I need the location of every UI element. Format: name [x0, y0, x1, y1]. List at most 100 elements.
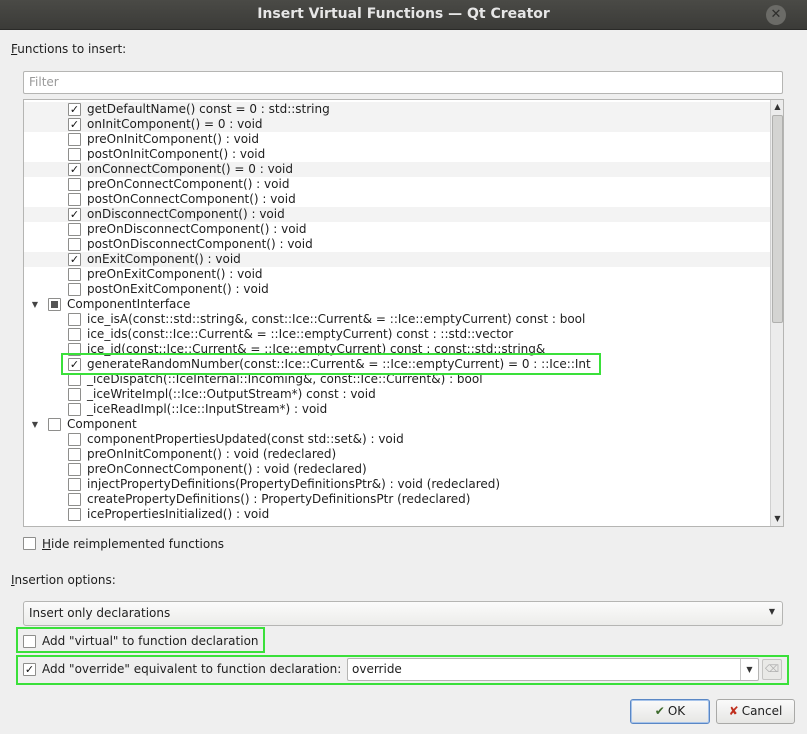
function-checkbox[interactable] — [68, 343, 81, 356]
tree-function-row[interactable]: _iceWriteImpl(::Ice::OutputStream*) cons… — [24, 387, 770, 402]
ok-icon: ✔ — [654, 704, 665, 718]
tree-function-row[interactable]: ✓ onConnectComponent() = 0 : void — [24, 162, 770, 177]
expand-arrow-icon[interactable]: ▼ — [29, 297, 41, 312]
tree-function-row[interactable]: postOnConnectComponent() : void — [24, 192, 770, 207]
function-checkbox[interactable] — [68, 148, 81, 161]
tree-function-row[interactable]: _iceReadImpl(::Ice::InputStream*) : void — [24, 402, 770, 417]
scroll-down-icon[interactable]: ▼ — [771, 512, 783, 526]
add-virtual-box[interactable] — [23, 635, 36, 648]
function-signature: componentPropertiesUpdated(const std::se… — [87, 432, 404, 446]
function-checkbox[interactable] — [68, 238, 81, 251]
add-override-label: Add "override" equivalent to function de… — [42, 662, 342, 676]
function-checkbox[interactable] — [68, 463, 81, 476]
tree-function-row[interactable]: ✓ onDisconnectComponent() : void — [24, 207, 770, 222]
tree-function-row[interactable]: preOnConnectComponent() : void (redeclar… — [24, 462, 770, 477]
tree-function-row[interactable]: postOnDisconnectComponent() : void — [24, 237, 770, 252]
function-checkbox[interactable] — [68, 328, 81, 341]
tree-scrollbar[interactable]: ▲ ▼ — [770, 100, 783, 526]
function-signature: ice_ids(const::Ice::Current& = ::Ice::em… — [87, 327, 514, 341]
function-signature: preOnInitComponent() : void — [87, 132, 260, 146]
tree-function-row[interactable]: icePropertiesInitialized() : void — [24, 507, 770, 522]
cancel-button[interactable]: ✘ Cancel — [716, 699, 795, 724]
tree-function-row[interactable]: componentPropertiesUpdated(const std::se… — [24, 432, 770, 447]
function-signature: preOnConnectComponent() : void (redeclar… — [87, 462, 367, 476]
override-keyword-value[interactable]: override — [352, 662, 402, 676]
function-checkbox[interactable] — [68, 403, 81, 416]
functions-tree[interactable]: ✓ getDefaultName() const = 0 : std::strin… — [23, 99, 784, 527]
function-checkbox[interactable]: ✓ — [68, 253, 81, 266]
chevron-down-icon: ▼ — [768, 607, 775, 616]
function-checkbox[interactable] — [68, 178, 81, 191]
function-checkbox[interactable] — [68, 388, 81, 401]
function-checkbox[interactable] — [68, 283, 81, 296]
function-checkbox[interactable]: ✓ — [68, 103, 81, 116]
ok-button[interactable]: ✔ OK — [630, 699, 710, 724]
ok-label: OK — [667, 704, 686, 718]
function-signature: postOnDisconnectComponent() : void — [87, 237, 313, 251]
function-signature: icePropertiesInitialized() : void — [87, 507, 270, 521]
tree-function-row[interactable]: preOnConnectComponent() : void — [24, 177, 770, 192]
function-checkbox[interactable] — [68, 478, 81, 491]
function-checkbox[interactable]: ✓ — [68, 358, 81, 371]
tree-function-row[interactable]: createPropertyDefinitions() : PropertyDe… — [24, 492, 770, 507]
expand-arrow-icon[interactable]: ▼ — [29, 417, 41, 432]
function-signature: preOnInitComponent() : void (redeclared) — [87, 447, 337, 461]
function-signature: postOnConnectComponent() : void — [87, 192, 296, 206]
add-override-box[interactable]: ✓ — [23, 663, 36, 676]
function-checkbox[interactable] — [68, 193, 81, 206]
function-signature: _iceDispatch(::IceInternal::Incoming&, c… — [87, 372, 483, 386]
function-checkbox[interactable]: ✓ — [68, 163, 81, 176]
tree-function-row[interactable]: injectPropertyDefinitions(PropertyDefini… — [24, 477, 770, 492]
function-signature: preOnConnectComponent() : void — [87, 177, 290, 191]
function-checkbox[interactable] — [68, 433, 81, 446]
tree-function-row[interactable]: ice_isA(const::std::string&, const::Ice:… — [24, 312, 770, 327]
class-name: Component — [67, 417, 137, 431]
tree-function-row[interactable]: postOnInitComponent() : void — [24, 147, 770, 162]
function-signature: _iceReadImpl(::Ice::InputStream*) : void — [87, 402, 328, 416]
tree-class-row[interactable]: ▼ Component — [24, 417, 770, 432]
chevron-down-icon[interactable]: ▼ — [740, 659, 758, 680]
tree-function-row[interactable]: ice_ids(const::Ice::Current& = ::Ice::em… — [24, 327, 770, 342]
scroll-thumb[interactable] — [772, 115, 783, 323]
tree-function-row[interactable]: postOnExitComponent() : void — [24, 282, 770, 297]
tree-function-row[interactable]: preOnInitComponent() : void (redeclared) — [24, 447, 770, 462]
override-keyword-combo[interactable]: override ▼ — [347, 658, 759, 681]
function-checkbox[interactable] — [68, 313, 81, 326]
function-checkbox[interactable] — [68, 223, 81, 236]
tree-function-row[interactable]: preOnExitComponent() : void — [24, 267, 770, 282]
function-checkbox[interactable] — [68, 448, 81, 461]
insertion-mode-select[interactable]: Insert only declarations ▼ — [23, 601, 783, 626]
function-signature: createPropertyDefinitions() : PropertyDe… — [87, 492, 471, 506]
function-checkbox[interactable] — [68, 268, 81, 281]
tree-function-row[interactable]: ✓ onExitComponent() : void — [24, 252, 770, 267]
tree-function-row[interactable]: ice_id(const::Ice::Current& = ::Ice::emp… — [24, 342, 770, 357]
tree-function-row[interactable]: ✓ getDefaultName() const = 0 : std::strin… — [24, 102, 770, 117]
function-signature: postOnInitComponent() : void — [87, 147, 266, 161]
close-icon[interactable]: ✕ — [766, 5, 786, 25]
function-signature: generateRandomNumber(const::Ice::Current… — [87, 357, 591, 371]
window-title: Insert Virtual Functions — Qt Creator — [257, 6, 550, 22]
tree-function-row[interactable]: preOnDisconnectComponent() : void — [24, 222, 770, 237]
class-checkbox[interactable] — [48, 418, 61, 431]
function-checkbox[interactable] — [68, 133, 81, 146]
filter-input[interactable]: Filter — [23, 71, 783, 94]
tree-function-row[interactable]: preOnInitComponent() : void — [24, 132, 770, 147]
function-checkbox[interactable] — [68, 373, 81, 386]
function-signature: ice_id(const::Ice::Current& = ::Ice::emp… — [87, 342, 546, 356]
tree-function-row[interactable]: ✓ onInitComponent() = 0 : void — [24, 117, 770, 132]
tree-function-row[interactable]: _iceDispatch(::IceInternal::Incoming&, c… — [24, 372, 770, 387]
function-signature: getDefaultName() const = 0 : std::string — [87, 102, 330, 116]
function-checkbox[interactable] — [68, 508, 81, 521]
function-signature: onConnectComponent() = 0 : void — [87, 162, 293, 176]
function-signature: preOnExitComponent() : void — [87, 267, 263, 281]
function-checkbox[interactable] — [68, 493, 81, 506]
tree-function-row[interactable]: ✓ generateRandomNumber(const::Ice::Curren… — [24, 357, 770, 372]
function-checkbox[interactable]: ✓ — [68, 208, 81, 221]
function-checkbox[interactable]: ✓ — [68, 118, 81, 131]
cancel-icon: ✘ — [728, 704, 739, 718]
restore-default-icon[interactable]: ⌫ — [762, 659, 782, 680]
class-checkbox[interactable] — [48, 298, 61, 311]
scroll-up-icon[interactable]: ▲ — [771, 100, 783, 114]
tree-class-row[interactable]: ▼ ComponentInterface — [24, 297, 770, 312]
hide-reimplemented-box[interactable] — [23, 537, 36, 550]
